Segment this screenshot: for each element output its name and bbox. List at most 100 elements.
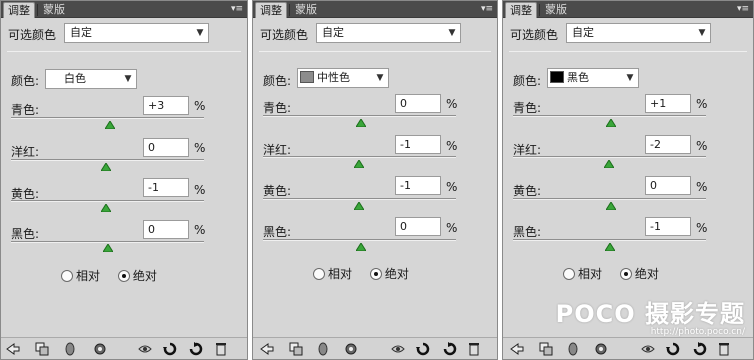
absolute-radio[interactable] — [369, 268, 382, 280]
view-previous-state-icon[interactable] — [163, 342, 177, 356]
preset-dropdown[interactable]: 自定 ▼ — [566, 23, 711, 43]
cyan-input[interactable]: +1 — [645, 94, 691, 113]
magenta-slider-track[interactable] — [11, 159, 204, 161]
expanded-view-icon[interactable] — [539, 342, 553, 356]
chevron-down-icon: ▼ — [626, 73, 634, 83]
cyan-input[interactable]: +3 — [143, 96, 189, 115]
reset-icon[interactable] — [443, 342, 457, 356]
tab-masks[interactable]: 蒙版 — [541, 2, 571, 18]
preset-dropdown[interactable]: 自定 ▼ — [316, 23, 461, 43]
magenta-input[interactable]: -1 — [395, 135, 441, 154]
visibility-eye-icon[interactable] — [391, 342, 405, 356]
back-icon[interactable] — [6, 342, 20, 356]
black-slider-thumb[interactable] — [605, 243, 615, 251]
magenta-slider-thumb[interactable] — [604, 160, 614, 168]
view-previous-state-icon[interactable] — [416, 342, 430, 356]
panel-menu-icon[interactable]: ▾≡ — [479, 3, 495, 15]
new-adjustment-icon[interactable] — [566, 342, 580, 356]
cyan-slider-track[interactable] — [11, 117, 204, 119]
relative-radio[interactable] — [313, 268, 325, 280]
magenta-slider-track[interactable] — [263, 156, 456, 158]
absolute-radio[interactable] — [117, 270, 130, 282]
black-slider-track[interactable] — [11, 241, 204, 243]
expanded-view-icon[interactable] — [35, 342, 49, 356]
clip-to-layer-icon[interactable] — [344, 342, 358, 356]
cyan-slider-track[interactable] — [513, 115, 706, 117]
preset-dropdown[interactable]: 自定 ▼ — [64, 23, 209, 43]
colors-dropdown[interactable]: 白色 ▼ — [45, 69, 137, 89]
new-adjustment-icon[interactable] — [316, 342, 330, 356]
yellow-slider-track[interactable] — [263, 198, 456, 200]
view-previous-state-icon[interactable] — [666, 342, 680, 356]
watermark-brand: POCO 摄影专题 — [555, 300, 745, 329]
yellow-input[interactable]: -1 — [143, 178, 189, 197]
tab-separator — [37, 4, 38, 16]
cyan-slider-thumb[interactable] — [105, 121, 115, 129]
tab-adjustments[interactable]: 调整 — [505, 2, 537, 18]
colors-dropdown[interactable]: 中性色 ▼ — [297, 68, 389, 88]
back-icon[interactable] — [260, 342, 274, 356]
percent-label: % — [696, 139, 708, 153]
tab-adjustments[interactable]: 调整 — [3, 2, 35, 18]
reset-icon[interactable] — [189, 342, 203, 356]
relative-radio[interactable] — [61, 270, 73, 282]
yellow-slider-thumb[interactable] — [354, 202, 364, 210]
cyan-slider-track[interactable] — [263, 115, 456, 117]
cyan-label: 青色: — [263, 101, 292, 115]
yellow-input[interactable]: -1 — [395, 176, 441, 195]
black-slider-track[interactable] — [513, 239, 706, 241]
magenta-input[interactable]: -2 — [645, 135, 691, 154]
relative-radio[interactable] — [563, 268, 575, 280]
preset-value: 自定 — [572, 26, 594, 39]
absolute-radio[interactable] — [619, 268, 632, 280]
chevron-down-icon: ▼ — [196, 28, 204, 38]
panel-title: 可选颜色 — [260, 28, 309, 42]
tab-adjustments[interactable]: 调整 — [255, 2, 287, 18]
panel-tab-bar: 调整 蒙版 ▾≡ — [1, 1, 247, 18]
magenta-slider-thumb[interactable] — [101, 163, 111, 171]
percent-label: % — [696, 221, 708, 235]
black-slider-thumb[interactable] — [356, 243, 366, 251]
relative-label: 相对 — [328, 267, 353, 281]
panel-tab-bar: 调整 蒙版 ▾≡ — [253, 1, 497, 18]
panel-bottom-bar — [253, 337, 497, 359]
yellow-slider-track[interactable] — [513, 198, 706, 200]
tab-masks[interactable]: 蒙版 — [39, 2, 69, 18]
clip-to-layer-icon[interactable] — [93, 342, 107, 356]
delete-icon[interactable] — [717, 342, 731, 356]
delete-icon[interactable] — [467, 342, 481, 356]
colors-dropdown[interactable]: 黑色 ▼ — [547, 68, 639, 88]
magenta-label: 洋红: — [11, 145, 40, 159]
delete-icon[interactable] — [214, 342, 228, 356]
cyan-input[interactable]: 0 — [395, 94, 441, 113]
back-icon[interactable] — [510, 342, 524, 356]
black-slider-thumb[interactable] — [103, 244, 113, 252]
yellow-slider-track[interactable] — [11, 200, 204, 202]
colors-label: 颜色: — [513, 74, 542, 88]
expanded-view-icon[interactable] — [289, 342, 303, 356]
magenta-slider-thumb[interactable] — [354, 160, 364, 168]
preset-value: 自定 — [322, 26, 344, 39]
new-adjustment-icon[interactable] — [63, 342, 77, 356]
magenta-slider-track[interactable] — [513, 156, 706, 158]
yellow-slider-thumb[interactable] — [606, 202, 616, 210]
black-input[interactable]: 0 — [395, 217, 441, 236]
reset-icon[interactable] — [693, 342, 707, 356]
panel-menu-icon[interactable]: ▾≡ — [229, 3, 245, 15]
magenta-input[interactable]: 0 — [143, 138, 189, 157]
yellow-slider-thumb[interactable] — [101, 204, 111, 212]
black-slider-track[interactable] — [263, 239, 456, 241]
panel-menu-icon[interactable]: ▾≡ — [735, 3, 751, 15]
yellow-input[interactable]: 0 — [645, 176, 691, 195]
cyan-slider-thumb[interactable] — [356, 119, 366, 127]
cyan-slider-thumb[interactable] — [606, 119, 616, 127]
chevron-down-icon: ▼ — [448, 28, 456, 38]
clip-to-layer-icon[interactable] — [594, 342, 608, 356]
colors-label: 颜色: — [263, 74, 292, 88]
black-input[interactable]: -1 — [645, 217, 691, 236]
visibility-eye-icon[interactable] — [138, 342, 152, 356]
divider — [7, 51, 241, 52]
tab-masks[interactable]: 蒙版 — [291, 2, 321, 18]
black-input[interactable]: 0 — [143, 220, 189, 239]
visibility-eye-icon[interactable] — [641, 342, 655, 356]
